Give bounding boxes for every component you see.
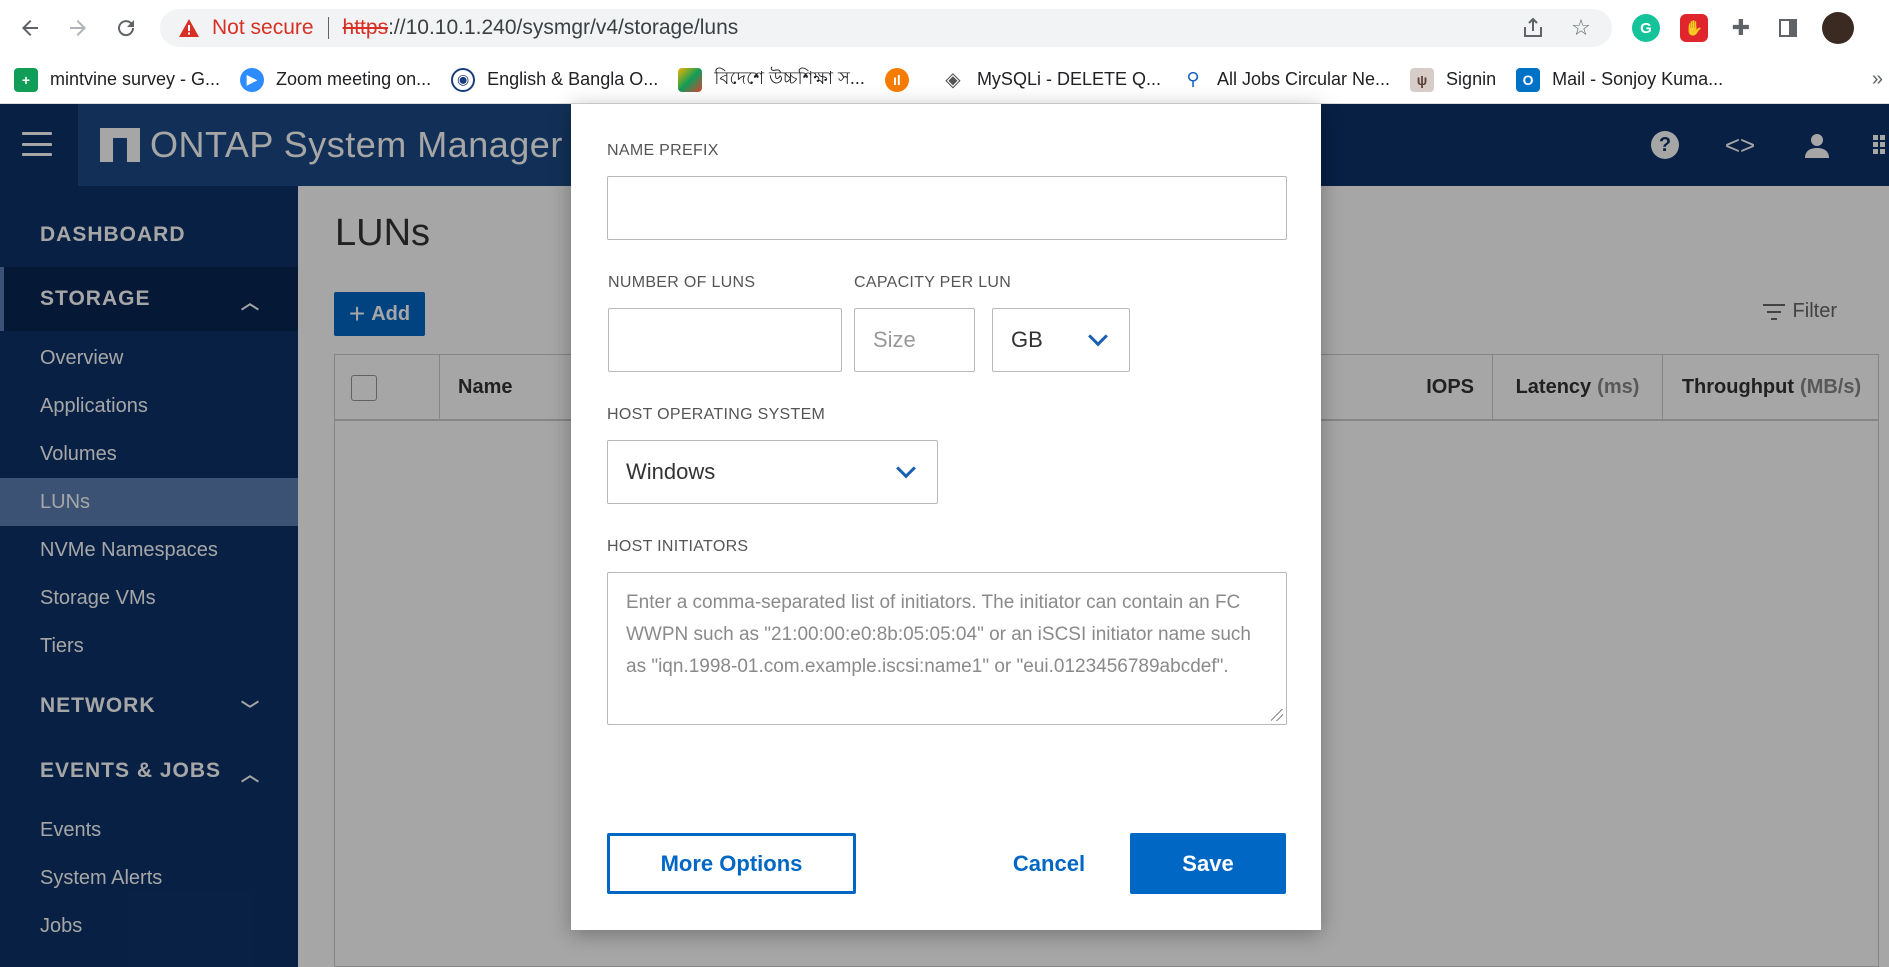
browser-toolbar: Not secure https://10.10.1.240/sysmgr/v4… xyxy=(0,0,1889,56)
bookmark-item[interactable]: ◉ English & Bangla O... xyxy=(451,62,664,98)
colorful-shape-icon xyxy=(678,67,703,92)
reload-icon[interactable] xyxy=(108,12,144,44)
save-button[interactable]: Save xyxy=(1130,833,1286,894)
bookmark-star-icon[interactable]: ☆ xyxy=(1568,15,1594,41)
size-input[interactable]: Size xyxy=(854,308,975,372)
bookmark-label: Mail - Sonjoy Kuma... xyxy=(1552,69,1724,89)
security-status-label[interactable]: Not secure xyxy=(212,16,314,40)
name-prefix-input[interactable] xyxy=(607,176,1287,240)
resize-handle-icon[interactable] xyxy=(1271,709,1283,721)
chart-bars-icon: ıl xyxy=(884,67,909,92)
bookmark-label: English & Bangla O... xyxy=(487,69,659,89)
url-scheme: https xyxy=(342,16,389,39)
bookmark-label: mintvine survey - G... xyxy=(50,69,221,89)
bookmark-label: Zoom meeting on... xyxy=(276,69,432,89)
host-initiators-placeholder: Enter a comma-separated list of initiato… xyxy=(626,592,1251,677)
deer-icon: ψ xyxy=(1410,67,1435,92)
outlook-icon: O xyxy=(1516,67,1541,92)
bookmark-label: All Jobs Circular Ne... xyxy=(1216,69,1391,89)
chevron-down-icon xyxy=(1088,326,1108,347)
forward-arrow-icon[interactable] xyxy=(60,12,96,44)
bookmark-label: MySQLi - DELETE Q... xyxy=(976,69,1161,89)
bookmark-item[interactable]: ıl xyxy=(884,62,927,98)
number-of-luns-input[interactable] xyxy=(608,308,842,372)
capacity-per-lun-label: CAPACITY PER LUN xyxy=(854,274,1012,291)
figure-icon: ⚲ xyxy=(1180,67,1205,92)
video-camera-icon: ▶ xyxy=(240,67,265,92)
bookmarks-bar: + mintvine survey - G... ▶ Zoom meeting on… xyxy=(0,56,1889,104)
more-options-button[interactable]: More Options xyxy=(607,833,856,894)
bookmark-item[interactable]: ψ Signin xyxy=(1410,62,1502,98)
globe-seal-icon: ◉ xyxy=(451,67,476,92)
url-text[interactable]: https://10.10.1.240/sysmgr/v4/storage/lu… xyxy=(343,16,739,40)
share-icon[interactable] xyxy=(1520,15,1546,41)
extensions-puzzle-icon[interactable]: ✚ xyxy=(1727,14,1755,42)
url-path: ://10.10.1.240/sysmgr/v4/storage/luns xyxy=(388,16,739,39)
warning-triangle-icon xyxy=(178,17,200,39)
host-initiators-label: HOST INITIATORS xyxy=(607,538,749,555)
profile-avatar[interactable] xyxy=(1822,12,1854,44)
add-luns-dialog: NAME PREFIX NUMBER OF LUNS CAPACITY PER … xyxy=(571,104,1321,930)
bookmark-item[interactable]: O Mail - Sonjoy Kuma... xyxy=(1516,62,1729,98)
plus-sheet-icon: + xyxy=(14,67,38,92)
side-panel-icon[interactable] xyxy=(1774,14,1802,42)
number-of-luns-label: NUMBER OF LUNS xyxy=(608,274,756,291)
bookmark-label: Signin xyxy=(1446,69,1497,89)
diamond-icon: ◈ xyxy=(940,67,965,92)
unit-select[interactable]: GB xyxy=(992,308,1130,372)
bookmark-item[interactable]: ▶ Zoom meeting on... xyxy=(240,62,437,98)
omnibox-divider xyxy=(327,17,329,39)
bookmark-item[interactable]: ◈ MySQLi - DELETE Q... xyxy=(940,62,1167,98)
bookmarks-overflow-icon[interactable]: » xyxy=(1872,68,1883,91)
address-bar[interactable]: Not secure https://10.10.1.240/sysmgr/v4… xyxy=(160,9,1612,47)
bookmark-item[interactable]: বিদেশে উচ্চশিক্ষা স... xyxy=(678,62,871,98)
adblock-hand-icon[interactable]: ✋ xyxy=(1680,14,1708,42)
back-arrow-icon[interactable] xyxy=(12,12,48,44)
host-os-value: Windows xyxy=(626,459,716,484)
unit-value: GB xyxy=(1011,327,1043,352)
host-os-label: HOST OPERATING SYSTEM xyxy=(607,406,826,423)
bookmark-item[interactable]: ⚲ All Jobs Circular Ne... xyxy=(1180,62,1396,98)
cancel-button[interactable]: Cancel xyxy=(974,833,1124,894)
bookmark-label: বিদেশে উচ্চশিক্ষা স... xyxy=(714,68,865,88)
name-prefix-label: NAME PREFIX xyxy=(607,142,719,159)
grammarly-icon[interactable]: G xyxy=(1632,14,1660,42)
host-initiators-textarea[interactable]: Enter a comma-separated list of initiato… xyxy=(607,572,1287,725)
chevron-down-icon xyxy=(896,458,916,479)
host-os-select[interactable]: Windows xyxy=(607,440,938,504)
bookmark-item[interactable]: + mintvine survey - G... xyxy=(14,62,226,98)
